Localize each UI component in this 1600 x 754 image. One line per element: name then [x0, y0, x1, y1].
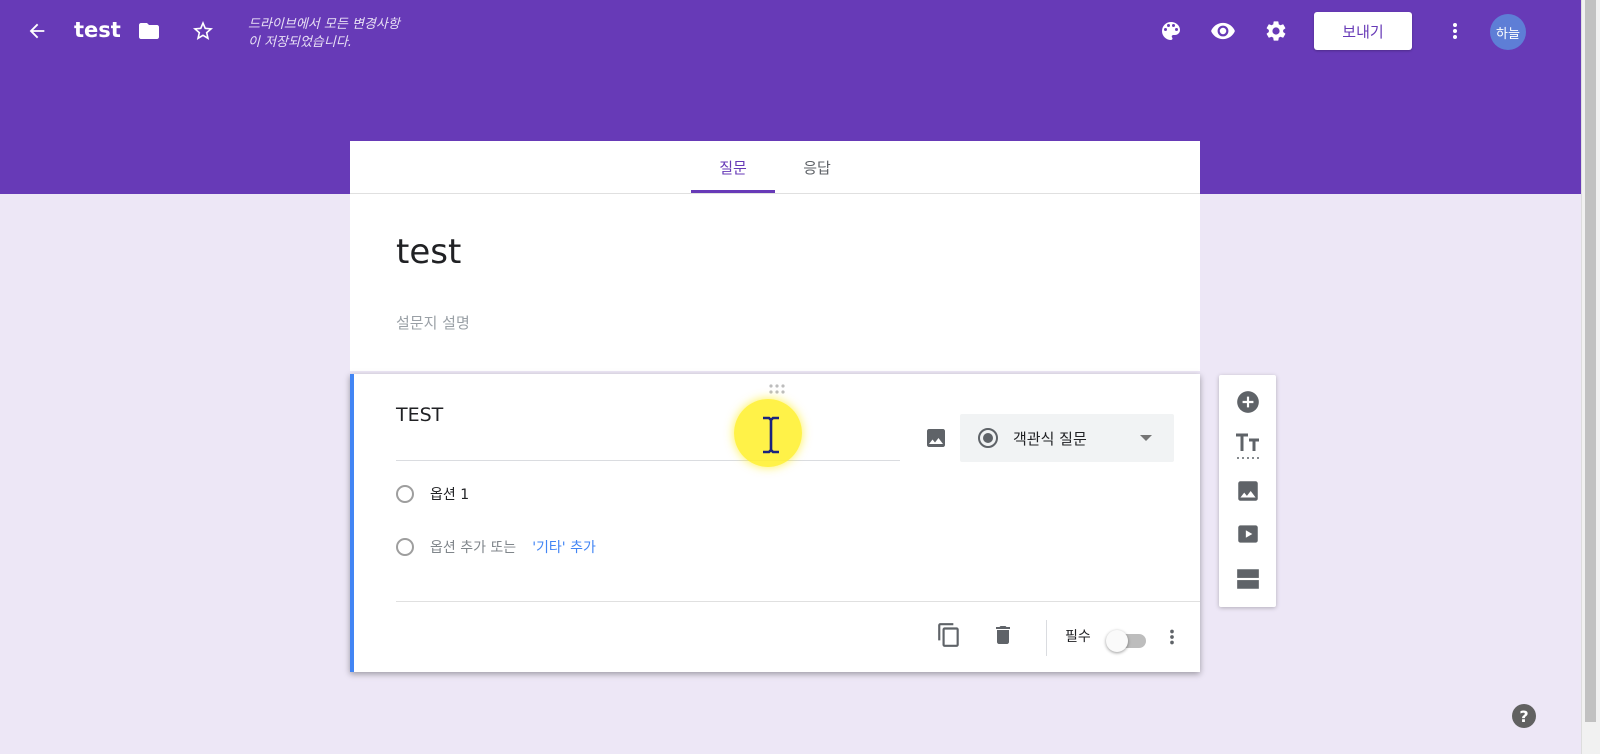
add-video-icon[interactable]: [1233, 519, 1263, 549]
scrollbar[interactable]: [1581, 0, 1600, 754]
add-question-icon[interactable]: [1233, 387, 1263, 417]
tab-questions[interactable]: 질문: [691, 141, 775, 193]
required-label: 필수: [1065, 629, 1091, 645]
add-option-row: 옵션 추가 또는 '기타' 추가: [396, 537, 596, 557]
folder-icon[interactable]: [136, 18, 162, 44]
delete-icon[interactable]: [988, 620, 1018, 650]
save-status-line1: 드라이브에서 모든 변경사항: [248, 17, 400, 32]
form-name[interactable]: test: [74, 18, 121, 42]
dropdown-arrow-icon: [1138, 430, 1154, 450]
tab-responses[interactable]: 응답: [775, 141, 859, 193]
more-vert-icon[interactable]: [1442, 18, 1468, 44]
help-button[interactable]: ?: [1512, 704, 1536, 728]
settings-gear-icon[interactable]: [1263, 18, 1289, 44]
back-arrow-icon[interactable]: [24, 18, 50, 44]
footer-divider: [396, 601, 1200, 602]
toggle-knob: [1106, 630, 1128, 652]
option-radio-icon: [396, 538, 414, 556]
option-row: 옵션 1: [396, 484, 469, 504]
add-title-icon[interactable]: [1233, 431, 1263, 461]
duplicate-icon[interactable]: [934, 620, 964, 650]
preview-eye-icon[interactable]: [1210, 18, 1236, 44]
radio-button-icon: [976, 426, 1000, 454]
star-icon[interactable]: [190, 18, 216, 44]
question-type-select[interactable]: 객관식 질문: [960, 414, 1174, 462]
add-question-image-icon[interactable]: [924, 426, 948, 454]
form-title[interactable]: test: [396, 232, 461, 272]
question-type-label: 객관식 질문: [1013, 430, 1087, 448]
avatar[interactable]: 하늘: [1490, 14, 1526, 50]
send-button[interactable]: 보내기: [1314, 12, 1412, 50]
text-cursor-icon: [760, 416, 782, 458]
drag-handle-icon[interactable]: [768, 380, 788, 399]
question-title-input[interactable]: TEST: [396, 404, 443, 426]
palette-icon[interactable]: [1158, 18, 1184, 44]
question-title-underline: [396, 460, 900, 461]
footer-separator: [1046, 620, 1047, 656]
option-label[interactable]: 옵션 1: [430, 484, 469, 504]
side-toolbar: [1219, 375, 1276, 607]
save-status-line2: 이 저장되었습니다.: [248, 35, 352, 50]
add-other-link[interactable]: '기타' 추가: [532, 537, 596, 557]
add-image-icon[interactable]: [1233, 476, 1263, 506]
option-radio-icon: [396, 485, 414, 503]
required-toggle[interactable]: [1106, 630, 1146, 652]
save-status: 드라이브에서 모든 변경사항 이 저장되었습니다.: [248, 16, 428, 52]
scrollbar-thumb[interactable]: [1585, 0, 1596, 722]
question-more-icon[interactable]: [1160, 624, 1184, 650]
form-header-card: test 설문지 설명: [350, 194, 1200, 371]
add-section-icon[interactable]: [1233, 564, 1263, 594]
add-option-button[interactable]: 옵션 추가 또는: [430, 537, 516, 557]
tabs-bar: 질문 응답: [350, 141, 1200, 194]
form-description-field[interactable]: 설문지 설명: [396, 312, 470, 333]
